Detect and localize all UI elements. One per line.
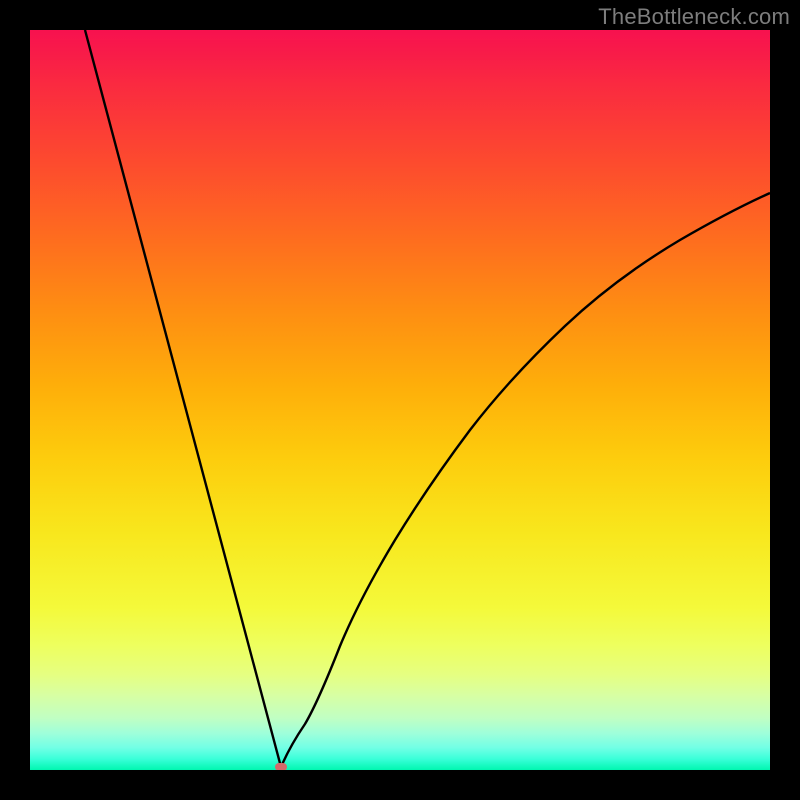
bottleneck-curve	[30, 30, 770, 770]
chart-frame: TheBottleneck.com	[0, 0, 800, 800]
curve-left-segment	[85, 30, 281, 767]
plot-area	[30, 30, 770, 770]
watermark-text: TheBottleneck.com	[598, 4, 790, 30]
optimum-marker	[275, 763, 287, 770]
curve-right-segment	[281, 193, 770, 767]
